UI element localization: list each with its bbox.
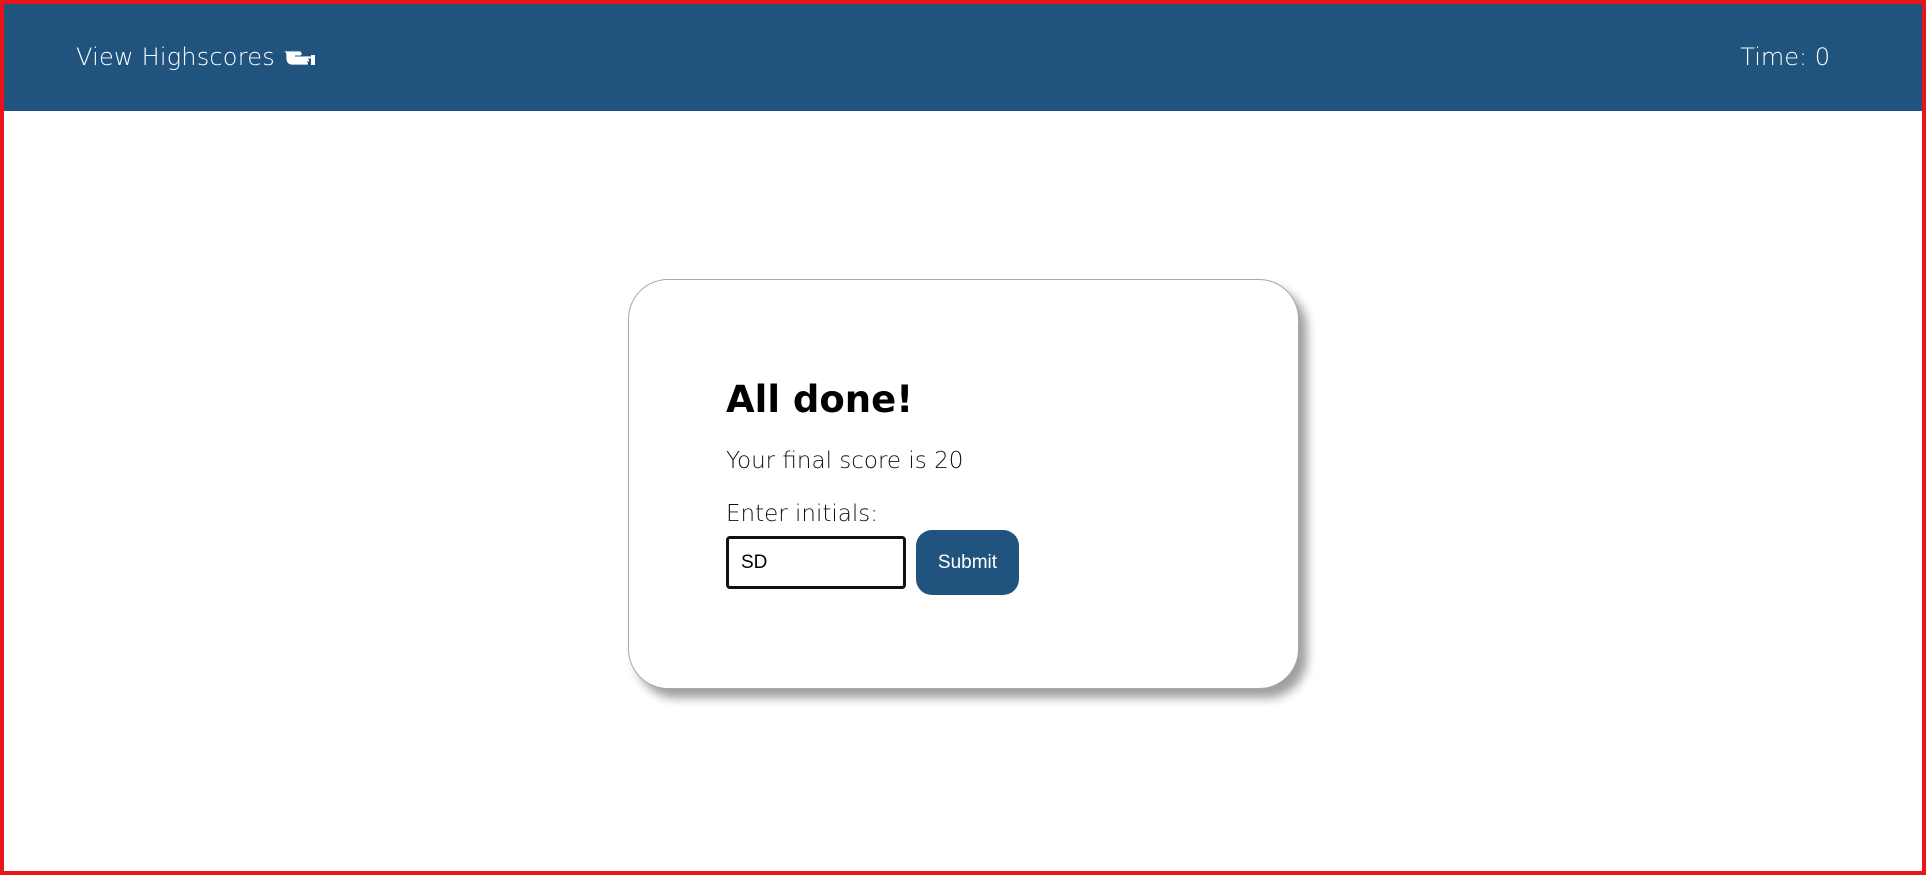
view-highscores-label: View Highscores: [76, 43, 275, 71]
final-score-text: Your final score is 20: [726, 448, 964, 474]
all-done-title: All done!: [726, 378, 914, 421]
quiz-complete-card: All done! Your final score is 20 Enter i…: [628, 279, 1299, 689]
initials-label: Enter initials:: [726, 501, 879, 527]
initials-input[interactable]: [726, 536, 906, 589]
browser-viewport-frame: View Highscores Time: 0 All done! Your f…: [0, 0, 1926, 875]
timer-display: Time: 0: [1740, 43, 1830, 71]
submit-button[interactable]: Submit: [916, 530, 1019, 595]
top-header-bar: View Highscores Time: 0: [4, 4, 1922, 111]
pointing-hand-icon: [283, 50, 315, 66]
view-highscores-link[interactable]: View Highscores: [76, 42, 317, 72]
